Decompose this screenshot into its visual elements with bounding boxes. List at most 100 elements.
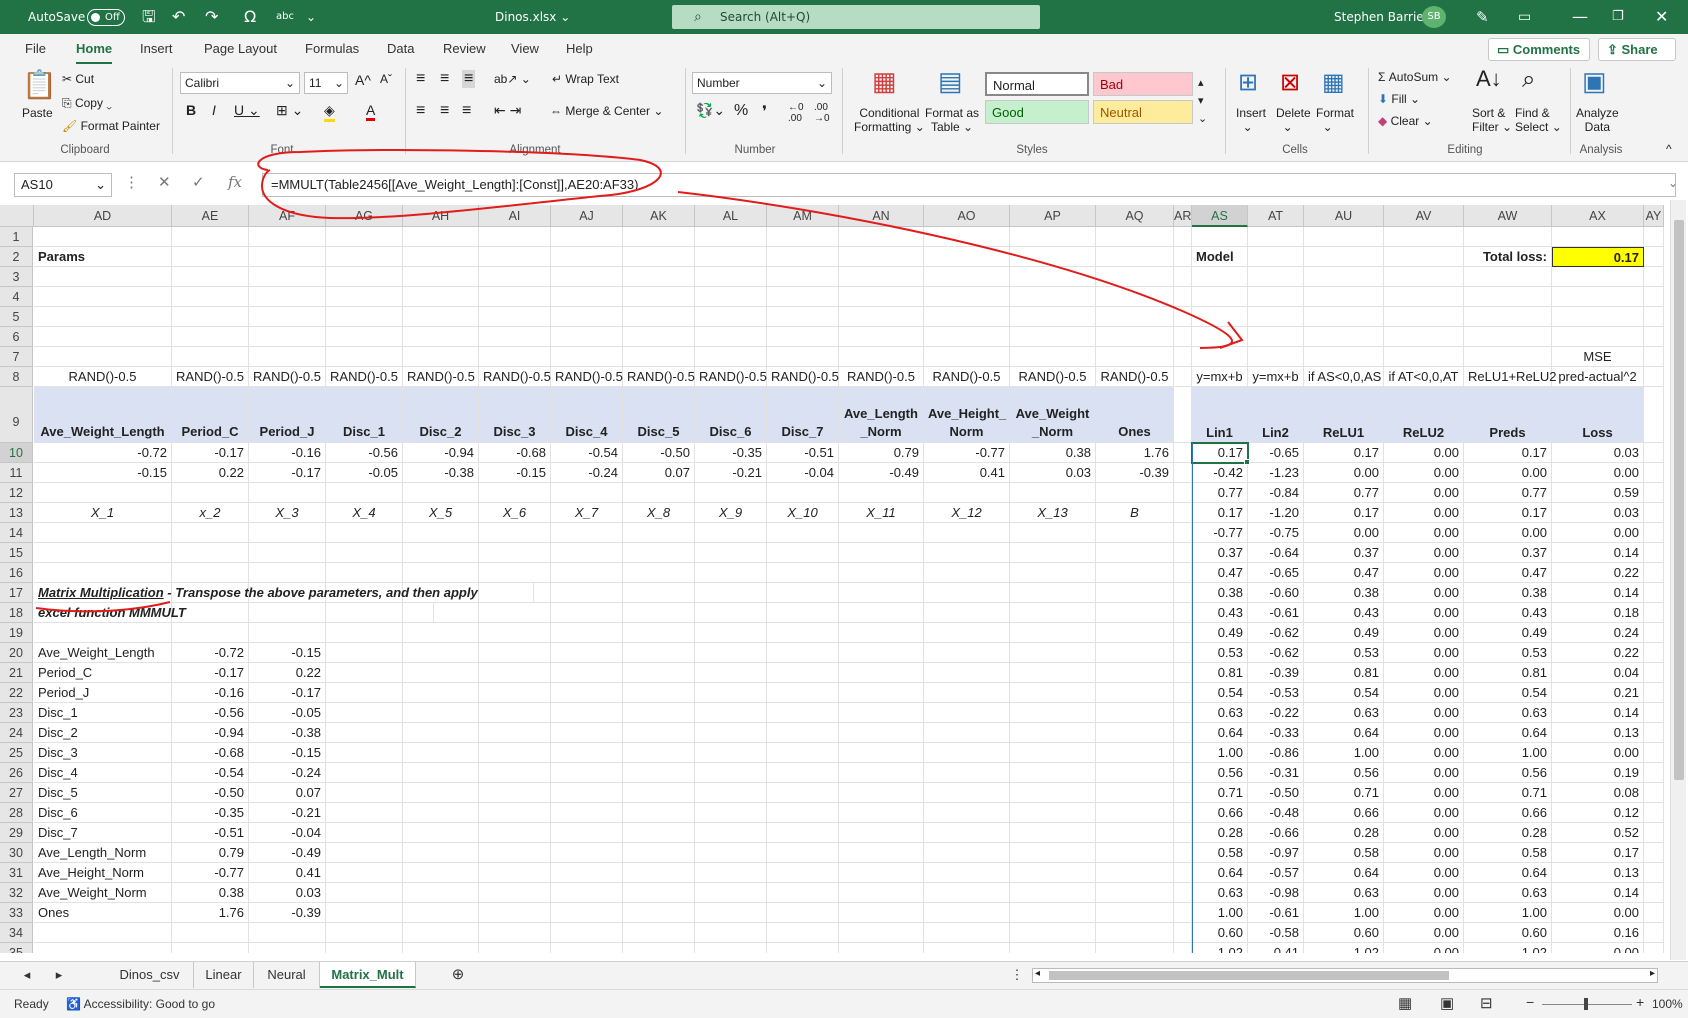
grid-cell[interactable] (1248, 307, 1304, 327)
grid-cell[interactable] (623, 523, 695, 543)
matrix-value-cell[interactable]: -0.38 (249, 723, 326, 743)
tab-formulas[interactable]: Formulas (305, 41, 359, 56)
grid-cell[interactable] (34, 307, 172, 327)
grid-cell[interactable] (1010, 643, 1096, 663)
grid-cell[interactable] (623, 843, 695, 863)
matrix-value-cell[interactable]: -0.72 (172, 643, 249, 663)
model-value-cell[interactable]: 0.00 (1464, 523, 1552, 543)
grid-cell[interactable] (479, 603, 551, 623)
grid-cell[interactable] (924, 803, 1010, 823)
grid-cell[interactable] (924, 703, 1010, 723)
model-value-cell[interactable]: 0.43 (1464, 603, 1552, 623)
italic-icon[interactable]: I (212, 102, 216, 118)
grid-cell[interactable] (1174, 483, 1192, 503)
grid-cell[interactable] (767, 843, 839, 863)
grid-cell[interactable] (1644, 663, 1664, 683)
model-value-cell[interactable]: -0.58 (1248, 923, 1304, 943)
grid-cell[interactable] (1552, 267, 1644, 287)
grid-cell[interactable] (1096, 703, 1174, 723)
decrease-font-icon[interactable]: Aˇ (380, 72, 392, 86)
grid-cell[interactable] (403, 227, 479, 247)
model-value-cell[interactable]: 0.60 (1304, 923, 1384, 943)
formula-note-cell[interactable]: RAND()-0.5 (249, 367, 326, 387)
grid-cell[interactable] (839, 307, 924, 327)
grid-cell[interactable] (767, 523, 839, 543)
grid-cell[interactable] (403, 247, 479, 267)
find-select-button[interactable]: Find & Select ⌄ (1515, 106, 1562, 134)
grid-cell[interactable] (1192, 347, 1248, 367)
grid-cell[interactable] (403, 663, 479, 683)
matrix-value-cell[interactable]: -0.49 (249, 843, 326, 863)
model-value-cell[interactable]: 0.66 (1192, 803, 1248, 823)
model-value-cell[interactable]: 0.00 (1552, 903, 1644, 923)
grid-cell[interactable] (695, 843, 767, 863)
grid-cell[interactable] (326, 267, 403, 287)
model-value-cell[interactable]: 0.00 (1384, 843, 1464, 863)
grid-cell[interactable] (479, 307, 551, 327)
grid-cell[interactable] (695, 483, 767, 503)
grid-cell[interactable] (1644, 723, 1664, 743)
model-value-cell[interactable]: 0.17 (1304, 503, 1384, 523)
grid-cell[interactable] (326, 347, 403, 367)
matrix-value-cell[interactable]: -0.56 (172, 703, 249, 723)
grid-cell[interactable] (839, 863, 924, 883)
column-header[interactable]: AW (1464, 205, 1552, 227)
grid-cell[interactable] (767, 267, 839, 287)
grid-cell[interactable] (924, 903, 1010, 923)
grid-cell[interactable] (479, 563, 551, 583)
column-title-cell[interactable]: Disc_6 (695, 387, 767, 443)
grid-cell[interactable] (34, 227, 172, 247)
grid-cell[interactable] (403, 803, 479, 823)
variable-label-cell[interactable]: X_13 (1010, 503, 1096, 523)
model-value-cell[interactable]: 0.64 (1192, 723, 1248, 743)
model-value-cell[interactable]: 0.00 (1552, 743, 1644, 763)
model-value-cell[interactable]: 0.66 (1464, 803, 1552, 823)
model-value-cell[interactable]: 0.77 (1192, 483, 1248, 503)
align-bottom-icon[interactable]: ≡ (462, 70, 476, 88)
grid-cell[interactable] (249, 483, 326, 503)
grid-cell[interactable] (924, 723, 1010, 743)
grid-cell[interactable] (1010, 267, 1096, 287)
grid-cell[interactable] (403, 863, 479, 883)
column-title-cell[interactable]: Period_J (249, 387, 326, 443)
matrix-value-cell[interactable]: 0.79 (172, 843, 249, 863)
model-value-cell[interactable]: 0.28 (1192, 823, 1248, 843)
grid-cell[interactable] (623, 287, 695, 307)
grid-cell[interactable] (1644, 903, 1664, 923)
grid-cell[interactable] (695, 763, 767, 783)
grid-cell[interactable] (1644, 287, 1664, 307)
grid-cell[interactable] (479, 863, 551, 883)
grid-cell[interactable] (695, 287, 767, 307)
grid-cell[interactable] (479, 227, 551, 247)
grid-cell[interactable] (1384, 267, 1464, 287)
model-value-cell[interactable]: 0.00 (1384, 563, 1464, 583)
grid-cell[interactable] (1644, 503, 1664, 523)
grid-cell[interactable] (34, 923, 172, 943)
grid-cell[interactable] (551, 863, 623, 883)
row-header[interactable]: 28 (0, 803, 33, 823)
total-loss-value[interactable]: 0.17 (1552, 247, 1644, 267)
param-cell[interactable]: -0.35 (695, 443, 767, 463)
model-value-cell[interactable]: 0.00 (1552, 943, 1644, 953)
grid-cell[interactable] (839, 823, 924, 843)
scroll-right-icon[interactable]: ▸ (1650, 968, 1655, 979)
grid-cell[interactable] (249, 523, 326, 543)
param-cell[interactable]: -0.94 (403, 443, 479, 463)
row-header[interactable]: 35 (0, 943, 33, 953)
row-header[interactable]: 21 (0, 663, 33, 683)
grid-cell[interactable] (403, 943, 479, 953)
grid-cell[interactable] (1010, 663, 1096, 683)
model-value-cell[interactable]: 0.00 (1384, 743, 1464, 763)
grid-cell[interactable] (326, 227, 403, 247)
grid-cell[interactable] (695, 543, 767, 563)
grid-cell[interactable] (551, 783, 623, 803)
model-value-cell[interactable]: 1.02 (1464, 943, 1552, 953)
model-value-cell[interactable]: -0.86 (1248, 743, 1304, 763)
grid-cell[interactable] (403, 683, 479, 703)
param-cell[interactable]: 0.07 (623, 463, 695, 483)
model-value-cell[interactable]: 1.00 (1192, 743, 1248, 763)
grid-cell[interactable] (623, 583, 695, 603)
model-value-cell[interactable]: 0.00 (1384, 823, 1464, 843)
model-value-cell[interactable]: 0.00 (1384, 803, 1464, 823)
grid-cell[interactable] (695, 903, 767, 923)
